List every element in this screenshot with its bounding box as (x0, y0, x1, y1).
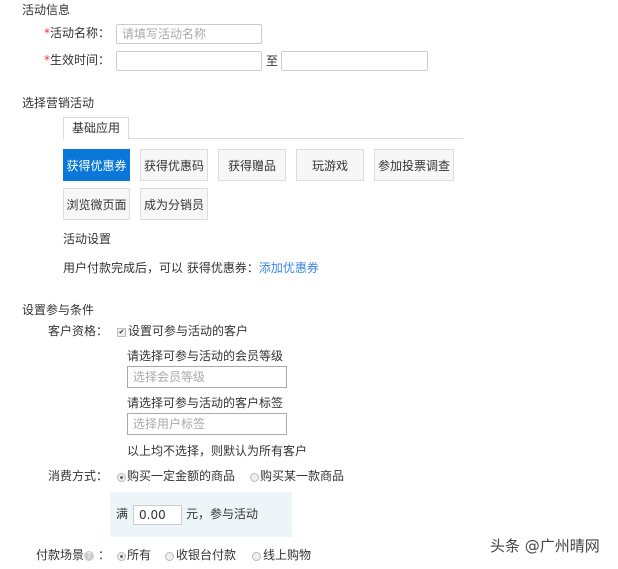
consume-option-product: 购买某一款商品 (260, 469, 345, 483)
activity-button-game[interactable]: 玩游戏 (296, 149, 364, 181)
customer-label: 客户资格： (48, 324, 109, 338)
activity-button-coupon[interactable]: 获得优惠券 (63, 149, 130, 181)
pay-option-all: 所有 (127, 548, 152, 562)
activity-button-coupon-code[interactable]: 获得优惠码 (140, 149, 208, 181)
amount-suffix: 元，参与活动 (186, 507, 259, 521)
customer-checkbox-label: 设置可参与活动的客户 (128, 324, 249, 338)
activity-settings-title: 活动设置 (63, 232, 112, 246)
help-icon[interactable]: ? (84, 550, 95, 561)
to-label: 至 (266, 54, 279, 68)
tab-basic-apps[interactable]: 基础应用 (63, 117, 129, 140)
end-time-input[interactable] (281, 51, 428, 71)
pay-option-cashier: 收银台付款 (176, 548, 237, 562)
activity-settings-text: 用户付款完成后，可以 获得优惠券：添加优惠券 (63, 261, 319, 275)
watermark: 头条 @广州晴网 (490, 537, 600, 555)
start-time-input[interactable] (116, 51, 262, 71)
member-level-select[interactable]: 选择会员等级 (127, 366, 287, 388)
consume-radio-product[interactable] (250, 473, 259, 482)
activity-button-gift[interactable]: 获得赠品 (218, 149, 286, 181)
customer-hint: 以上均不选择，则默认为所有客户 (127, 444, 308, 458)
section-title-info: 活动信息 (22, 3, 71, 17)
section-title-conditions: 设置参与条件 (22, 303, 95, 317)
consume-option-amount: 购买一定金额的商品 (127, 469, 236, 483)
pay-radio-online[interactable] (252, 552, 261, 561)
activity-button-distributor[interactable]: 成为分销员 (140, 188, 208, 220)
add-coupon-link[interactable]: 添加优惠券 (259, 261, 319, 275)
activity-button-micropage[interactable]: 浏览微页面 (63, 188, 130, 220)
level-label: 请选择可参与活动的会员等级 (127, 349, 284, 363)
section-title-marketing: 选择营销活动 (22, 96, 95, 110)
activity-button-vote[interactable]: 参加投票调查 (374, 149, 454, 181)
customer-checkbox[interactable]: ✔ (117, 328, 126, 337)
activity-name-input[interactable]: 请填写活动名称 (116, 24, 262, 44)
pay-radio-all[interactable] (117, 552, 126, 561)
consume-radio-amount[interactable] (117, 473, 126, 482)
tag-label: 请选择可参与活动的客户标签 (127, 396, 284, 410)
customer-tag-select[interactable]: 选择用户标签 (127, 413, 287, 435)
activity-name-label: *活动名称： (44, 26, 111, 40)
pay-option-online: 线上购物 (263, 548, 312, 562)
pay-scene-label: 付款场景?： (36, 548, 111, 562)
full-label: 满 (116, 507, 129, 521)
amount-input[interactable]: 0.00 (133, 505, 182, 525)
pay-radio-cashier[interactable] (165, 552, 174, 561)
consume-label: 消费方式： (48, 469, 109, 483)
effective-time-label: *生效时间： (44, 53, 111, 67)
